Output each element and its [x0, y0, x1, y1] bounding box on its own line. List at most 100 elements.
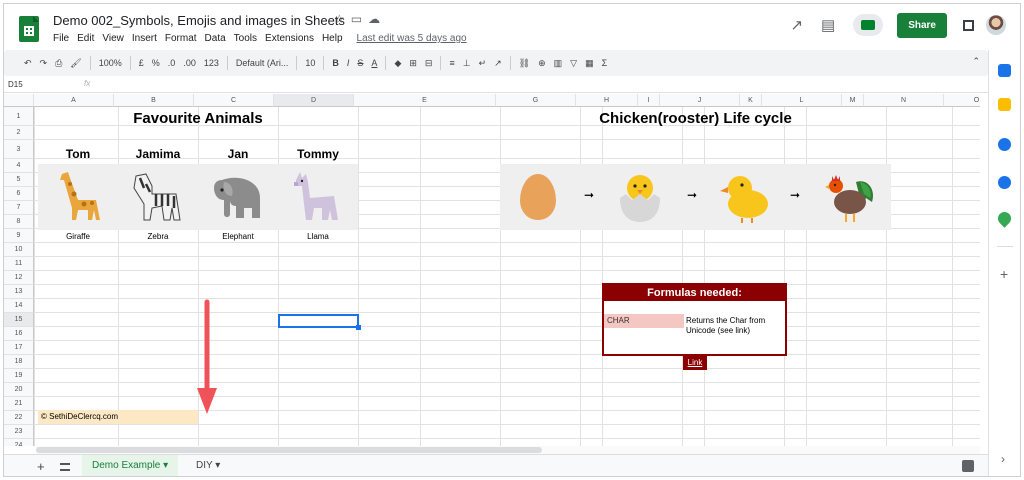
row-header-11[interactable]: 11	[4, 257, 34, 271]
giraffe-icon[interactable]	[54, 170, 104, 224]
decrease-decimal-button[interactable]: .0	[168, 58, 176, 68]
hatching-chick-icon[interactable]	[614, 170, 666, 224]
column-header-j[interactable]: J	[660, 94, 740, 107]
share-button[interactable]: Share	[897, 12, 947, 38]
tasks-icon[interactable]	[998, 138, 1011, 151]
avatar[interactable]	[986, 15, 1006, 35]
menu-view[interactable]: View	[102, 33, 124, 44]
row-header-8[interactable]: 8	[4, 215, 34, 229]
column-header-i[interactable]: I	[638, 94, 660, 107]
row-header-3[interactable]: 3	[4, 140, 34, 159]
add-sheet-icon[interactable]: +	[37, 459, 45, 474]
currency-button[interactable]: £	[139, 58, 144, 68]
merge-cells-icon[interactable]: ⊟	[425, 58, 433, 69]
redo-icon[interactable]: ↷	[40, 58, 48, 69]
menu-help[interactable]: Help	[322, 33, 343, 44]
egg-icon[interactable]	[520, 174, 556, 220]
unicode-link[interactable]: Link	[683, 356, 707, 370]
more-formats-button[interactable]: 123	[204, 58, 219, 68]
row-header-14[interactable]: 14	[4, 299, 34, 313]
name-box[interactable]: D15	[8, 80, 23, 89]
column-header-k[interactable]: K	[740, 94, 762, 107]
trending-icon[interactable]: ↗	[790, 16, 803, 34]
column-header-m[interactable]: M	[842, 94, 864, 107]
title-chicken-life-cycle[interactable]: Chicken(rooster) Life cycle	[500, 110, 891, 127]
baby-chick-icon[interactable]	[716, 172, 774, 224]
strikethrough-button[interactable]: S	[357, 58, 363, 68]
contacts-icon[interactable]	[998, 176, 1011, 189]
bold-button[interactable]: B	[332, 58, 339, 68]
keep-icon[interactable]	[998, 98, 1011, 111]
tab-diy[interactable]: DIY ▾	[186, 455, 230, 476]
name-tom[interactable]: Tom	[38, 147, 118, 161]
text-wrap-icon[interactable]: ↵	[479, 58, 487, 69]
menu-extensions[interactable]: Extensions	[265, 33, 314, 44]
row-header-21[interactable]: 21	[4, 397, 34, 411]
chevron-down-icon[interactable]: ▾	[163, 460, 168, 471]
formulas-header[interactable]: Formulas needed:	[604, 285, 785, 301]
filter-views-icon[interactable]: ▦	[585, 58, 594, 69]
column-header-a[interactable]: A	[34, 94, 114, 107]
insert-comment-icon[interactable]: ⊕	[538, 58, 546, 69]
select-all-corner[interactable]	[4, 94, 34, 107]
column-header-b[interactable]: B	[114, 94, 194, 107]
horizontal-align-icon[interactable]: ≡	[449, 58, 454, 68]
name-jamima[interactable]: Jamima	[118, 147, 198, 161]
row-header-19[interactable]: 19	[4, 369, 34, 383]
filter-icon[interactable]: ▽	[570, 58, 577, 69]
font-size-select[interactable]: 10	[305, 58, 315, 68]
row-header-12[interactable]: 12	[4, 271, 34, 285]
insert-link-icon[interactable]: ⛓	[519, 58, 530, 69]
paint-format-icon[interactable]: 🖌	[70, 58, 81, 69]
star-icon[interactable]: ☆	[334, 12, 345, 26]
arrow-right-icon[interactable]: ➞	[687, 188, 697, 202]
maps-icon[interactable]	[995, 209, 1014, 228]
row-header-4[interactable]: 4	[4, 159, 34, 173]
row-header-23[interactable]: 23	[4, 425, 34, 439]
label-llama[interactable]: Llama	[278, 232, 358, 241]
percent-button[interactable]: %	[152, 58, 160, 68]
menu-insert[interactable]: Insert	[132, 33, 157, 44]
row-header-2[interactable]: 2	[4, 126, 34, 140]
calendar-icon[interactable]	[998, 64, 1011, 77]
row-header-22[interactable]: 22	[4, 411, 34, 425]
functions-icon[interactable]: Σ	[602, 58, 608, 68]
font-select[interactable]: Default (Ari...	[236, 58, 289, 68]
column-header-o[interactable]: O	[944, 94, 980, 107]
row-header-15[interactable]: 15	[4, 313, 34, 327]
column-header-c[interactable]: C	[194, 94, 274, 107]
row-header-9[interactable]: 9	[4, 229, 34, 243]
insert-chart-icon[interactable]: ▥	[554, 58, 563, 69]
llama-icon[interactable]	[290, 170, 344, 224]
column-header-h[interactable]: H	[576, 94, 638, 107]
label-elephant[interactable]: Elephant	[198, 232, 278, 241]
print-icon[interactable]: ⎙	[55, 58, 62, 69]
last-edit-link[interactable]: Last edit was 5 days ago	[357, 33, 467, 44]
borders-icon[interactable]: ⊞	[409, 58, 417, 69]
comments-icon[interactable]: ▤	[821, 16, 835, 34]
text-rotation-icon[interactable]: ↗	[494, 58, 502, 69]
row-header-6[interactable]: 6	[4, 187, 34, 201]
undo-icon[interactable]: ↶	[24, 58, 32, 69]
tab-demo-example[interactable]: Demo Example ▾	[82, 455, 179, 476]
row-header-16[interactable]: 16	[4, 327, 34, 341]
formula-description[interactable]: Returns the Char from Unicode (see link)	[686, 316, 786, 336]
selected-cell-d15[interactable]	[278, 314, 361, 330]
rooster-icon[interactable]	[822, 168, 878, 224]
label-giraffe[interactable]: Giraffe	[38, 232, 118, 241]
text-color-button[interactable]: A	[371, 58, 377, 68]
column-header-g[interactable]: G	[496, 94, 576, 107]
chevron-right-icon[interactable]: ›	[1001, 452, 1005, 466]
row-header-13[interactable]: 13	[4, 285, 34, 299]
name-jan[interactable]: Jan	[198, 147, 278, 161]
fill-color-icon[interactable]: ◆	[394, 58, 401, 69]
arrow-right-icon[interactable]: ➞	[584, 188, 594, 202]
get-addons-icon[interactable]: +	[1000, 266, 1008, 282]
horizontal-scrollbar[interactable]	[36, 446, 980, 454]
column-header-l[interactable]: L	[762, 94, 842, 107]
spreadsheet-grid[interactable]: ABCDEGHIJKLMNO 1 2 3 4 5 6 7 8 9 10 11 12 13 14 15 16 17…	[4, 94, 980, 446]
copyright-cell[interactable]: © SethiDeClercq.com	[38, 410, 198, 424]
row-header-7[interactable]: 7	[4, 201, 34, 215]
column-header-e[interactable]: E	[354, 94, 496, 107]
row-header-10[interactable]: 10	[4, 243, 34, 257]
